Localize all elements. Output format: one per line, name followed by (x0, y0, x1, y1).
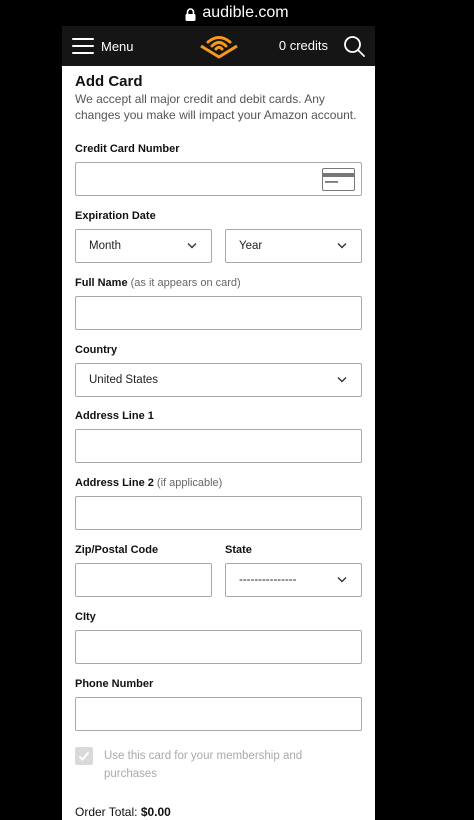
full-name-hint: (as it appears on card) (130, 277, 241, 289)
credit-card-icon (322, 168, 355, 191)
expiration-label: Expiration Date (75, 210, 156, 222)
state-label: State (225, 544, 252, 556)
full-name-input[interactable] (75, 296, 362, 330)
state-select[interactable]: --------------- (225, 563, 362, 597)
address-line-1-input[interactable] (75, 429, 362, 463)
full-name-label-text: Full Name (75, 277, 128, 289)
phone-input[interactable] (75, 697, 362, 731)
hamburger-icon (72, 38, 94, 54)
chevron-down-icon (337, 377, 347, 383)
url-text: audible.com (202, 4, 289, 21)
country-select[interactable]: United States (75, 363, 362, 397)
country-select-value: United States (89, 374, 159, 386)
month-select[interactable]: Month (75, 229, 212, 263)
country-label: Country (75, 344, 118, 356)
chevron-down-icon (337, 577, 347, 583)
credits-count[interactable]: 0 credits (279, 38, 328, 53)
search-icon[interactable] (343, 35, 365, 57)
order-total-value: $0.00 (140, 805, 171, 819)
city-label: CIty (75, 611, 96, 623)
card-number-label: Credit Card Number (75, 143, 180, 155)
order-total-label: Order Total: (75, 805, 138, 819)
membership-checkbox-row: Use this card for your membership and pu… (75, 747, 344, 783)
membership-checkbox[interactable] (75, 747, 93, 765)
membership-checkbox-label: Use this card for your membership and pu… (104, 750, 303, 780)
chevron-down-icon (337, 243, 347, 249)
menu-button[interactable]: Menu (72, 38, 134, 54)
browser-url-bar[interactable]: audible.com (0, 0, 474, 26)
menu-label: Menu (101, 38, 134, 54)
address-line-2-label-text: Address Line 2 (75, 477, 154, 489)
lock-icon (185, 7, 196, 21)
checkmark-icon (78, 751, 90, 761)
year-select-value: Year (239, 240, 263, 252)
site-header: Menu 0 credits (62, 26, 375, 66)
page-title: Add Card (75, 73, 143, 90)
zip-input[interactable] (75, 563, 212, 597)
intro-text: We accept all major credit and debit car… (75, 92, 357, 122)
month-select-value: Month (89, 240, 121, 252)
card-number-input[interactable] (75, 162, 362, 196)
address-line-2-hint: (if applicable) (156, 477, 223, 489)
year-select[interactable]: Year (225, 229, 362, 263)
phone-label: Phone Number (75, 678, 154, 690)
address-line-1-label: Address Line 1 (75, 410, 154, 422)
state-select-value: --------------- (239, 574, 297, 586)
zip-label: Zip/Postal Code (75, 544, 159, 556)
audible-logo-icon[interactable] (199, 33, 239, 59)
address-line-2-input[interactable] (75, 496, 362, 530)
add-card-form: Add Card We accept all major credit and … (62, 66, 375, 820)
address-line-2-label: Address Line 2 (if applicable) (75, 477, 222, 489)
order-total: Order Total: $0.00 (75, 805, 171, 819)
chevron-down-icon (187, 243, 197, 249)
city-input[interactable] (75, 630, 362, 664)
full-name-label: Full Name (as it appears on card) (75, 277, 241, 289)
